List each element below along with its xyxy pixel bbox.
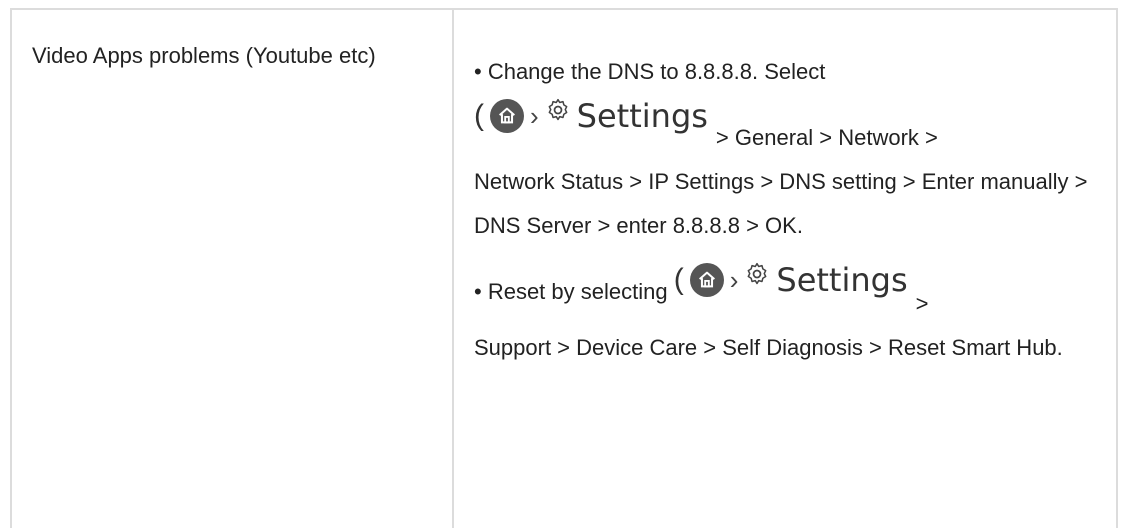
problem-text: Video Apps problems (Youtube etc)	[32, 43, 376, 68]
solution-2-rest: Support > Device Care > Self Diagnosis >…	[474, 335, 1063, 360]
solution-2: • Reset by selecting ( › Settings > Supp…	[474, 258, 1096, 370]
solution-2-after-menu: >	[915, 291, 929, 316]
settings-label: Settings	[576, 97, 708, 135]
gear-icon	[744, 258, 770, 302]
solution-1-rest: Network Status > IP Settings > DNS setti…	[474, 169, 1088, 238]
solution-1: • Change the DNS to 8.8.8.8. Select ( › …	[474, 50, 1096, 248]
settings-label: Settings	[776, 261, 908, 299]
home-icon	[689, 263, 724, 297]
solution-cell: • Change the DNS to 8.8.8.8. Select ( › …	[454, 10, 1116, 528]
chevron-right-icon: ›	[729, 265, 739, 295]
troubleshooting-table: Video Apps problems (Youtube etc) • Chan…	[10, 8, 1118, 528]
solution-2-intro: • Reset by selecting	[474, 279, 668, 304]
problem-cell: Video Apps problems (Youtube etc)	[12, 10, 454, 528]
home-icon	[490, 99, 524, 133]
gear-icon	[545, 94, 571, 138]
settings-path-badge: ( › Settings	[474, 94, 708, 138]
open-paren: (	[673, 263, 684, 296]
open-paren: (	[474, 99, 484, 132]
chevron-right-icon: ›	[530, 101, 539, 131]
solution-1-intro: • Change the DNS to 8.8.8.8. Select	[474, 59, 826, 84]
settings-path-badge: ( › Settings	[674, 258, 908, 302]
solution-1-after-menu: > General > Network >	[715, 125, 938, 150]
